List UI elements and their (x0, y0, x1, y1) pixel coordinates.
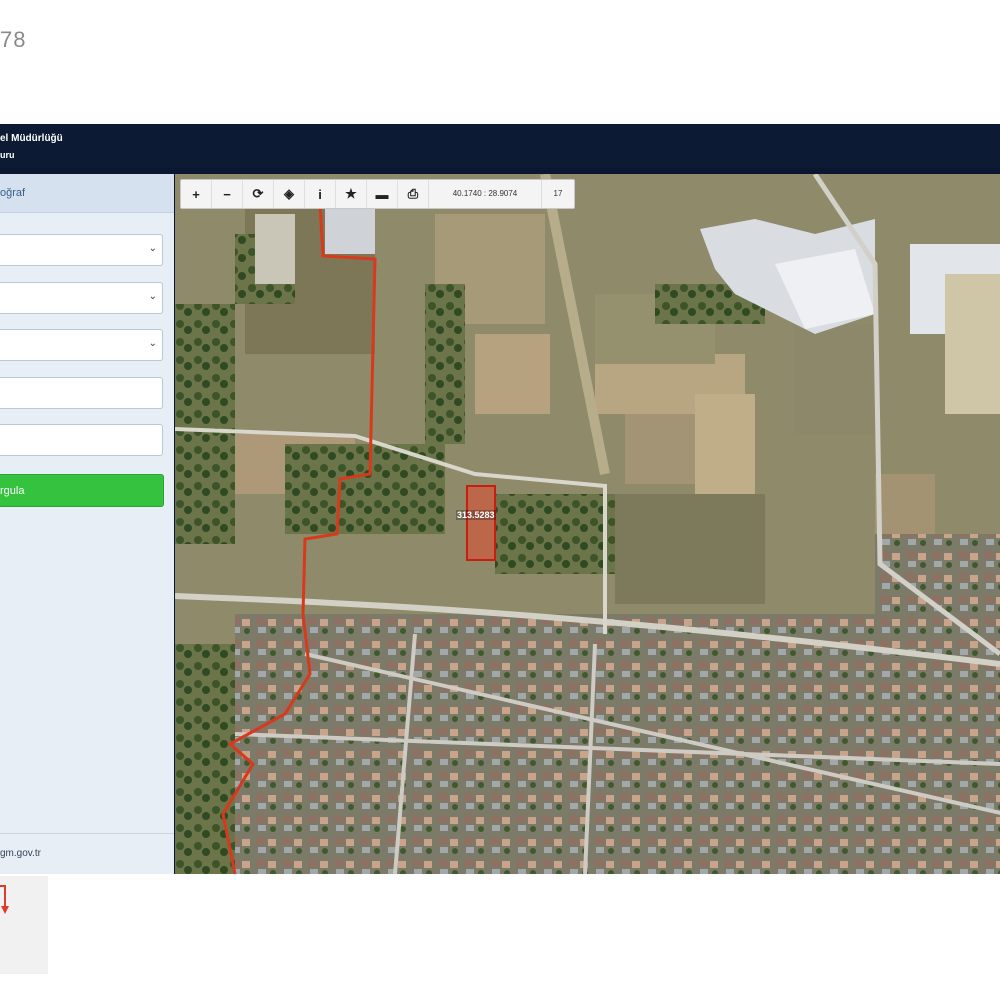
satellite-map[interactable]: + − ⟳ ◈ i ★ ▬ ⎙ 40.1740 : 28.9074 17 313… (175, 174, 1000, 874)
header-bar: el Müdürlüğü uru (0, 124, 1000, 168)
parcel-input[interactable] (0, 424, 163, 456)
zoom-out-icon[interactable]: − (212, 180, 243, 208)
sidebar-header: oğraf (0, 174, 174, 213)
query-button[interactable]: rgula (0, 474, 164, 507)
print-icon[interactable]: ⎙ (398, 180, 429, 208)
selected-parcel (466, 485, 496, 561)
parcel-label: 313.5283 (456, 510, 496, 520)
neighborhood-select[interactable]: ⌄ (0, 329, 163, 361)
map-imagery (175, 174, 1000, 874)
chevron-down-icon: ⌄ (148, 243, 157, 254)
coordinate-readout: 40.1740 : 28.9074 (429, 180, 542, 208)
app-window: el Müdürlüğü uru oğraf ⌄ ⌄ ⌄ rgula gm.go… (0, 124, 1000, 874)
locate-icon[interactable]: ◈ (274, 180, 305, 208)
measure-icon[interactable]: ▬ (367, 180, 398, 208)
province-select[interactable]: ⌄ (0, 234, 163, 266)
district-select[interactable]: ⌄ (0, 282, 163, 314)
chevron-down-icon: ⌄ (148, 291, 157, 302)
map-toolbar: + − ⟳ ◈ i ★ ▬ ⎙ 40.1740 : 28.9074 17 (180, 179, 575, 209)
map-marker-icon (0, 876, 48, 974)
thumbnail-preview[interactable] (0, 876, 48, 974)
header-title-line1: el Müdürlüğü (0, 133, 63, 144)
footer-link[interactable]: gm.gov.tr (0, 833, 174, 874)
info-icon[interactable]: i (305, 180, 336, 208)
star-icon[interactable]: ★ (336, 180, 367, 208)
zoom-level: 17 (553, 189, 563, 198)
refresh-icon[interactable]: ⟳ (243, 180, 274, 208)
header-title-line2: uru (0, 150, 15, 160)
block-input[interactable] (0, 377, 163, 409)
chevron-down-icon: ⌄ (148, 338, 157, 349)
zoom-in-icon[interactable]: + (181, 180, 212, 208)
sidebar: oğraf ⌄ ⌄ ⌄ rgula gm.gov.tr (0, 174, 174, 874)
top-number: 78 (0, 27, 27, 52)
